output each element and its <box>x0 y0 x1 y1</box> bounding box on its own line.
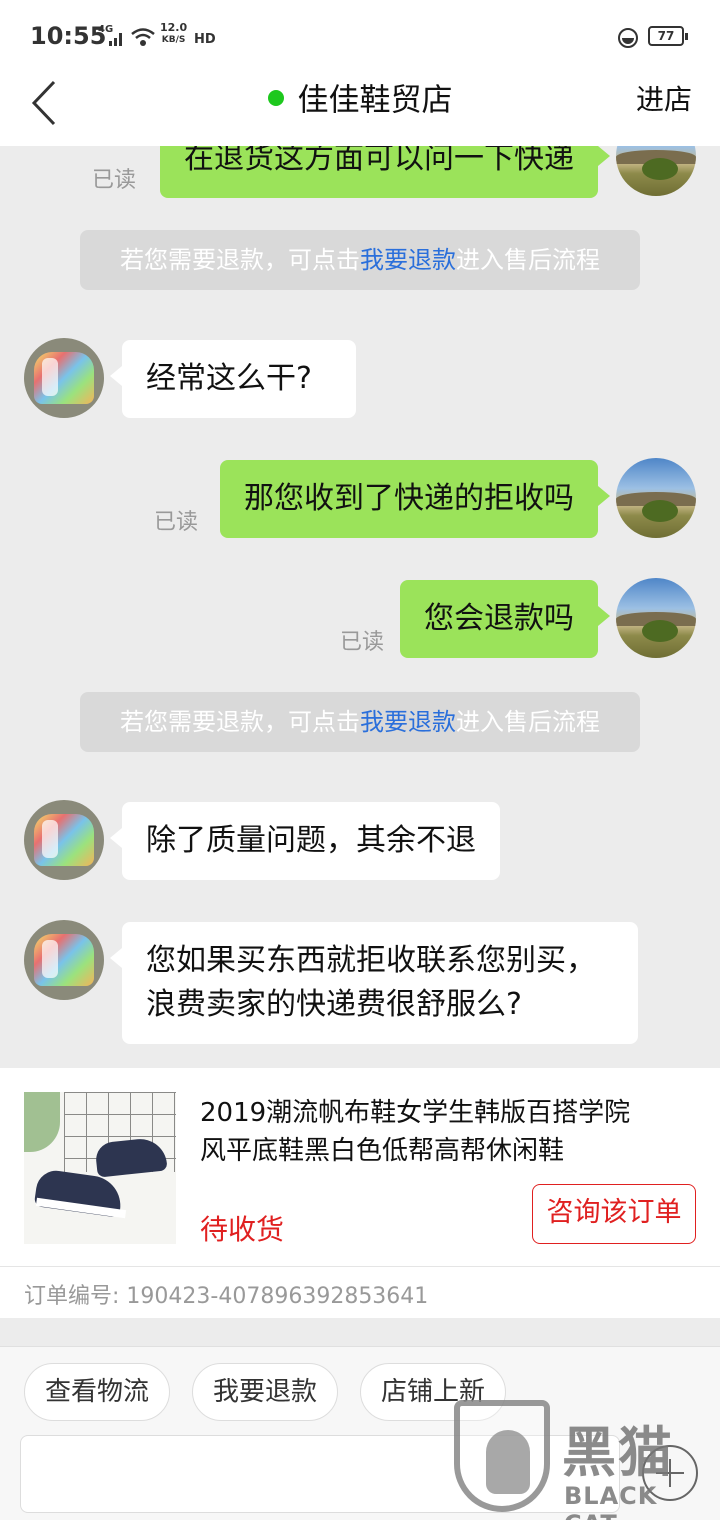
order-status: 待收货 <box>200 1213 285 1246</box>
notice-prefix: 若您需要退款，可点击 <box>120 708 360 736</box>
message-bubble-received[interactable]: 除了质量问题，其余不退 <box>110 802 500 880</box>
shop-avatar[interactable] <box>24 920 104 1000</box>
chat-header: 佳佳鞋贸店 进店 <box>0 72 720 146</box>
refund-notice: 若您需要退款，可点击我要退款进入售后流程 <box>80 230 640 290</box>
status-bar: 10:55 4G 12.0 KB/S HD 77 <box>0 0 720 72</box>
order-number-value: 190423-407896392853641 <box>126 1284 429 1309</box>
shop-avatar[interactable] <box>24 800 104 880</box>
speed-value: 12.0 <box>160 21 188 34</box>
divider <box>0 1266 720 1267</box>
status-time: 10:55 <box>30 22 107 50</box>
order-card[interactable]: 2019潮流帆布鞋女学生韩版百搭学院 风平底鞋黑白色低帮高帮休闲鞋 待收货 咨询… <box>0 1068 720 1318</box>
product-title-line: 2019潮流帆布鞋女学生韩版百搭学院 <box>200 1098 631 1128</box>
signal-icon <box>109 33 122 46</box>
read-receipt: 已读 <box>340 630 385 655</box>
shop-name: 佳佳鞋贸店 <box>297 82 453 119</box>
product-title-line: 风平底鞋黑白色低帮高帮休闲鞋 <box>200 1136 565 1166</box>
back-arrow-icon[interactable] <box>28 78 68 128</box>
refund-link[interactable]: 我要退款 <box>360 246 456 274</box>
watermark-text: 黑猫 <box>562 1421 674 1484</box>
read-receipt: 已读 <box>92 168 137 193</box>
product-title[interactable]: 2019潮流帆布鞋女学生韩版百搭学院 风平底鞋黑白色低帮高帮休闲鞋 <box>200 1094 690 1170</box>
online-status-icon <box>267 89 284 106</box>
request-refund-button[interactable]: 我要退款 <box>192 1363 339 1421</box>
notice-suffix: 进入售后流程 <box>456 708 600 736</box>
watermark: 黑猫 BLACK CAT <box>450 1400 720 1520</box>
user-avatar[interactable] <box>616 458 696 538</box>
user-avatar[interactable] <box>616 578 696 658</box>
watermark-shield-icon <box>454 1400 550 1512</box>
order-number-label: 订单编号: <box>24 1284 120 1309</box>
order-number: 订单编号: 190423-407896392853641 <box>24 1278 428 1310</box>
message-line: 浪费卖家的快递费很舒服么? <box>146 987 522 1022</box>
battery-icon: 77 <box>648 26 688 46</box>
speed-unit: KB/S <box>161 35 186 45</box>
notice-prefix: 若您需要退款，可点击 <box>120 246 360 274</box>
message-bubble-received[interactable]: 您如果买东西就拒收联系您别买， 浪费卖家的快递费很舒服么? <box>110 922 638 1044</box>
user-avatar[interactable] <box>616 146 696 196</box>
do-not-disturb-icon <box>618 28 638 48</box>
message-bubble-sent[interactable]: 那您收到了快递的拒收吗 <box>220 460 610 538</box>
network-speed: 12.0 KB/S <box>160 22 187 46</box>
watermark-subtext: BLACK CAT <box>564 1482 658 1520</box>
message-bubble-sent[interactable]: 您会退款吗 <box>400 580 610 658</box>
refund-notice: 若您需要退款，可点击我要退款进入售后流程 <box>80 692 640 752</box>
view-logistics-button[interactable]: 查看物流 <box>24 1363 171 1421</box>
enter-store-button[interactable]: 进店 <box>636 72 692 128</box>
consult-order-button[interactable]: 咨询该订单 <box>532 1184 696 1244</box>
read-receipt: 已读 <box>154 510 199 535</box>
product-image[interactable] <box>24 1092 176 1244</box>
chat-messages[interactable]: 在退货这方面可以问一下快递 已读 若您需要退款，可点击我要退款进入售后流程 经常… <box>0 146 720 1068</box>
message-bubble-sent[interactable]: 在退货这方面可以问一下快递 <box>160 146 610 198</box>
message-bubble-received[interactable]: 经常这么干? <box>110 340 356 418</box>
notice-suffix: 进入售后流程 <box>456 246 600 274</box>
hd-indicator: HD <box>194 32 216 47</box>
message-line: 您如果买东西就拒收联系您别买， <box>146 943 596 978</box>
wifi-icon <box>131 28 155 46</box>
shop-avatar[interactable] <box>24 338 104 418</box>
chat-title-group: 佳佳鞋贸店 <box>0 72 720 129</box>
refund-link[interactable]: 我要退款 <box>360 708 456 736</box>
